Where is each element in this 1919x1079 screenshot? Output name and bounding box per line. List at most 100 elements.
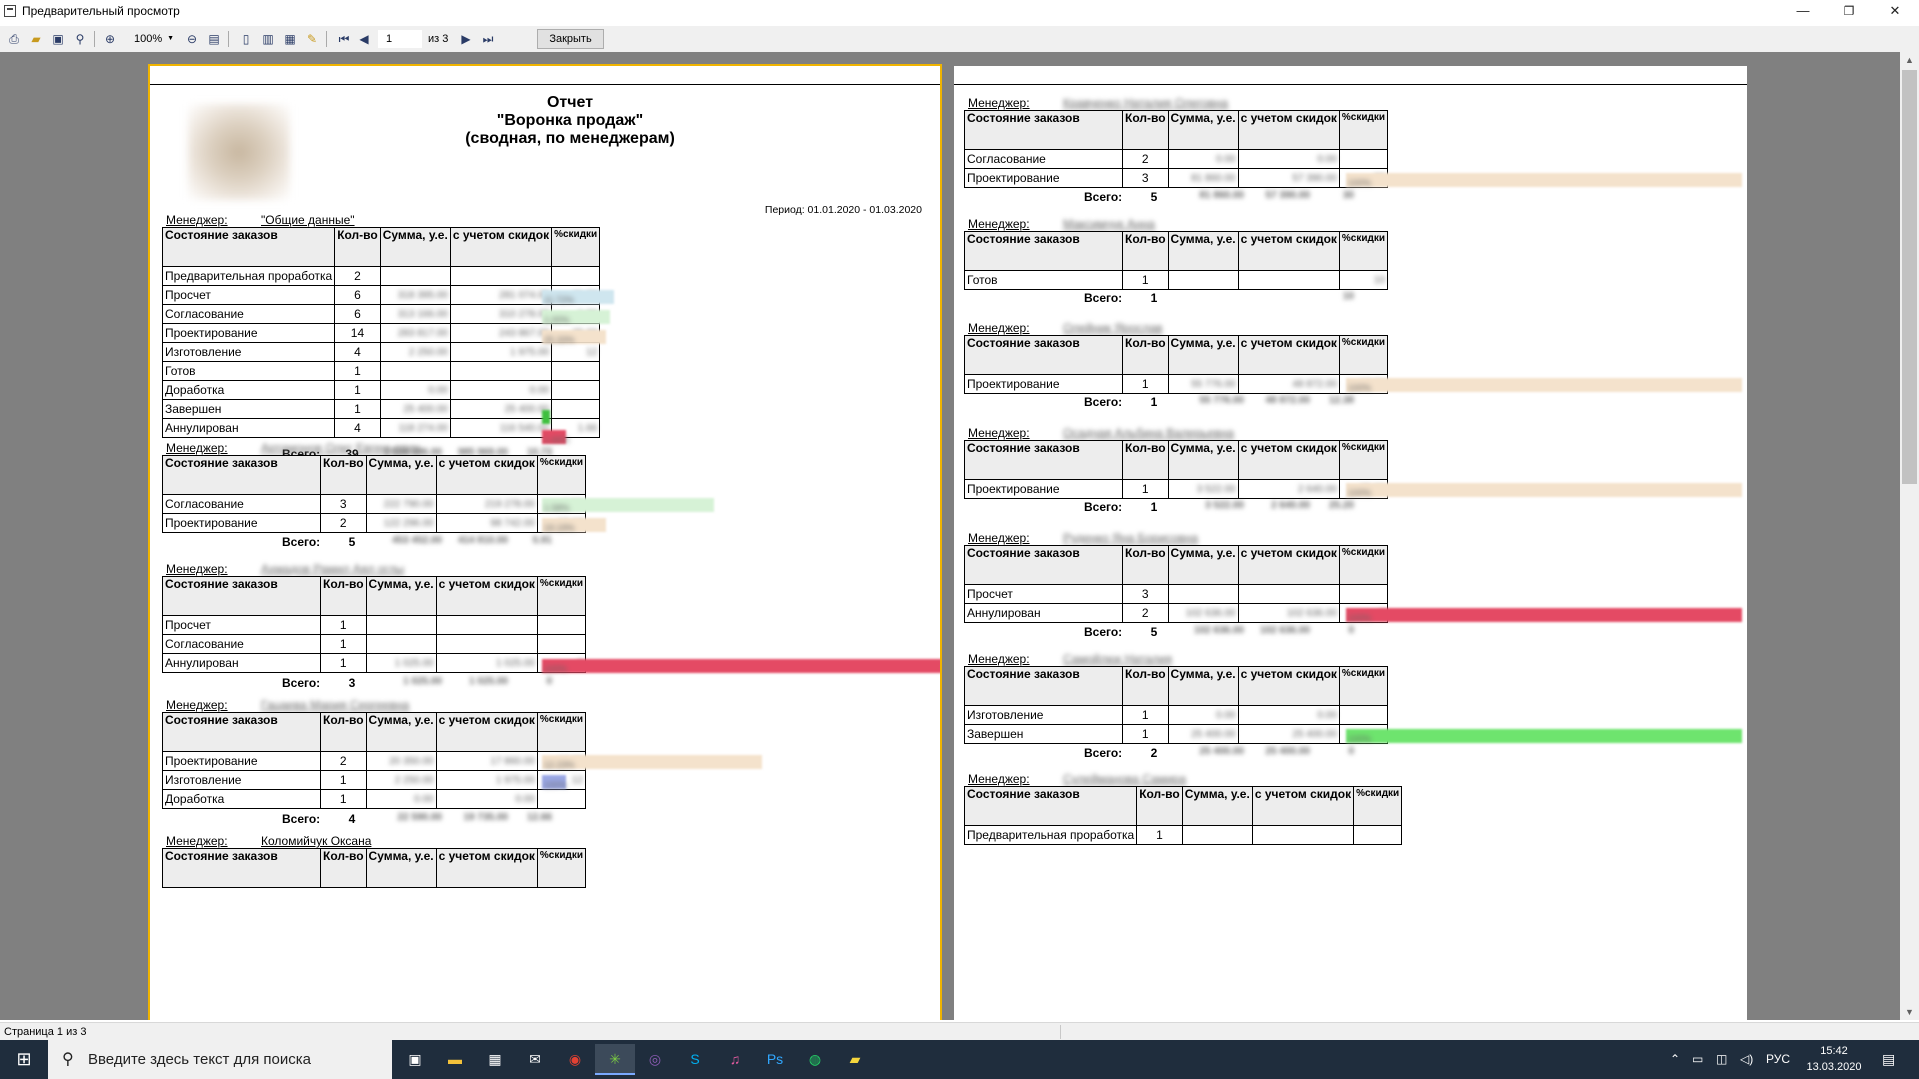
- zoom-out-icon[interactable]: ⊖: [182, 29, 202, 49]
- prev-page-icon[interactable]: ◀: [354, 29, 374, 49]
- page-top-rule: [150, 84, 940, 85]
- sum-cell: 222 790.00: [365, 494, 437, 514]
- header-state: Состояние заказов: [162, 455, 321, 495]
- status-separator: [1060, 1025, 1061, 1039]
- header-discount-pct: %скидки: [536, 848, 587, 888]
- zoom-select[interactable]: 100% ▼: [126, 30, 176, 48]
- first-page-icon[interactable]: ⏮: [334, 29, 354, 49]
- open-icon[interactable]: ▰: [26, 29, 46, 49]
- chrome-icon[interactable]: ◉: [555, 1044, 595, 1075]
- total-discount-sum: 2 640.00: [1271, 500, 1310, 511]
- scroll-thumb[interactable]: [1902, 70, 1917, 484]
- edit-icon[interactable]: ✎: [302, 29, 322, 49]
- total-discount-sum: 19 735.00: [463, 812, 509, 823]
- taskbar-clock[interactable]: 15:42 13.03.2020: [1799, 1043, 1869, 1075]
- skype-icon[interactable]: S: [675, 1044, 715, 1075]
- manager-label: Менеджер:: [166, 562, 228, 576]
- table-row: Аннулирован 4 118 274.00 116 540.00 1.66: [161, 418, 601, 438]
- total-sum: 102 636.00: [1193, 625, 1244, 636]
- qty-cell: 1: [334, 361, 381, 381]
- taskbar-search-input[interactable]: ⚲ Введите здесь текст для поиска: [48, 1040, 392, 1079]
- viber-icon[interactable]: ◎: [635, 1044, 675, 1075]
- manager-name: Осадчая Альбина Валерьевна: [1063, 426, 1234, 440]
- network-icon[interactable]: ◫: [1716, 1040, 1727, 1079]
- report-page-1[interactable]: Отчет "Воронка продаж" (сводная, по мене…: [148, 64, 942, 1020]
- total-label: Всего:: [1084, 190, 1123, 204]
- header-sum: Сумма, у.е.: [1167, 231, 1239, 271]
- minimize-button[interactable]: —: [1780, 0, 1826, 22]
- manager-heading: Менеджер: Руденко Яна Борисовна: [968, 531, 1198, 545]
- clock-date: 13.03.2020: [1806, 1061, 1862, 1073]
- notifications-icon[interactable]: ▤: [1882, 1040, 1895, 1079]
- close-window-button[interactable]: ✕: [1872, 0, 1918, 22]
- total-label: Всего:: [1084, 500, 1123, 514]
- vertical-scrollbar[interactable]: ▲ ▼: [1900, 52, 1919, 1020]
- sum-cell: [365, 615, 437, 635]
- header-sum: Сумма, у.е.: [1167, 335, 1239, 375]
- preview-viewport[interactable]: Отчет "Воронка продаж" (сводная, по мене…: [0, 52, 1900, 1020]
- photoshop-icon[interactable]: Ps: [755, 1044, 795, 1075]
- sum-cell: [379, 361, 451, 381]
- single-page-icon[interactable]: ▯: [236, 29, 256, 49]
- report-title-line: "Воронка продаж": [496, 112, 644, 129]
- task-view-icon[interactable]: ▣: [395, 1044, 435, 1075]
- multi-page-icon[interactable]: ▥: [258, 29, 278, 49]
- joomla-icon[interactable]: ✳: [595, 1044, 635, 1075]
- discount-bar-label: 100%: [1348, 178, 1372, 188]
- total-discount-sum: 1 025.00: [469, 676, 508, 687]
- discount-sum-cell: 48 872.00: [1237, 374, 1340, 394]
- save-icon[interactable]: ▣: [48, 29, 68, 49]
- whatsapp-icon[interactable]: ◍: [795, 1044, 835, 1075]
- page-setup-icon[interactable]: ▦: [280, 29, 300, 49]
- report-page-2[interactable]: Менеджер: Кравченко Наталия Олеговна Состо…: [954, 66, 1747, 1020]
- file-explorer-icon[interactable]: ▬: [435, 1044, 475, 1075]
- print-icon[interactable]: ⎙: [4, 29, 24, 49]
- header-qty: Кол-во: [1122, 110, 1169, 150]
- total-qty: 5: [348, 535, 356, 549]
- discount-sum-cell: [449, 361, 553, 381]
- close-preview-button[interactable]: Закрыть: [537, 29, 604, 49]
- table-row: Согласование3222 790.00219 278.001.58: [162, 494, 587, 514]
- discount-sum-cell: 102 636.00: [1237, 603, 1340, 623]
- store-icon[interactable]: ▦: [475, 1044, 515, 1075]
- header-qty: Кол-во: [1122, 440, 1169, 480]
- notes-icon[interactable]: ▰: [835, 1044, 875, 1075]
- search-icon: ⚲: [62, 1051, 74, 1068]
- zoom-in-icon[interactable]: ⊕: [100, 29, 120, 49]
- fit-page-icon[interactable]: ▤: [204, 29, 224, 49]
- page-count-label: из 3: [428, 33, 449, 45]
- manager-heading: Менеджер: Гацаева Мария Сергеевна: [166, 698, 409, 712]
- battery-icon[interactable]: ▭: [1692, 1040, 1703, 1079]
- language-indicator[interactable]: РУС: [1766, 1040, 1790, 1079]
- qty-cell: 3: [1122, 584, 1169, 604]
- qty-cell: 2: [1122, 603, 1169, 623]
- header-with-discount: с учетом скидок: [1237, 231, 1340, 271]
- next-page-icon[interactable]: ▶: [456, 29, 476, 49]
- header-sum: Сумма, у.е.: [365, 712, 437, 752]
- company-logo: [188, 104, 290, 200]
- header-discount-pct: %скидки: [1338, 231, 1389, 271]
- chevron-up-icon[interactable]: ⌃: [1670, 1040, 1680, 1079]
- mail-icon[interactable]: ✉: [515, 1044, 555, 1075]
- total-label: Всего:: [282, 676, 321, 690]
- manager-heading: Менеджер: Самойлюк Наталия: [968, 652, 1172, 666]
- find-icon[interactable]: ⚲: [70, 29, 90, 49]
- app-icon: [4, 5, 16, 17]
- table-row: Доработка 1 0.00 0.00: [162, 789, 587, 809]
- qty-cell: 1: [320, 653, 367, 673]
- header-qty: Кол-во: [1122, 335, 1169, 375]
- table-row: Аннулирован2102 636.00102 636.000: [964, 603, 1389, 623]
- volume-icon[interactable]: ◁): [1740, 1040, 1753, 1079]
- qty-cell: 1: [1122, 705, 1169, 725]
- discount-sum-cell: 1 975.00: [449, 342, 553, 362]
- table-header-row: Состояние заказов Кол-во Сумма, у.е. с учет…: [964, 440, 1389, 480]
- scroll-up-icon[interactable]: ▲: [1900, 52, 1919, 68]
- scroll-down-icon[interactable]: ▼: [1900, 1004, 1919, 1020]
- last-page-icon[interactable]: ⏭: [478, 29, 498, 49]
- page-number-input[interactable]: 1: [378, 30, 422, 48]
- sum-cell: [1181, 825, 1253, 845]
- maximize-button[interactable]: ❐: [1826, 0, 1872, 22]
- discount-bar-label: 100%: [1348, 488, 1372, 498]
- itunes-icon[interactable]: ♫: [715, 1044, 755, 1075]
- windows-start-icon[interactable]: ⊞: [0, 1040, 48, 1079]
